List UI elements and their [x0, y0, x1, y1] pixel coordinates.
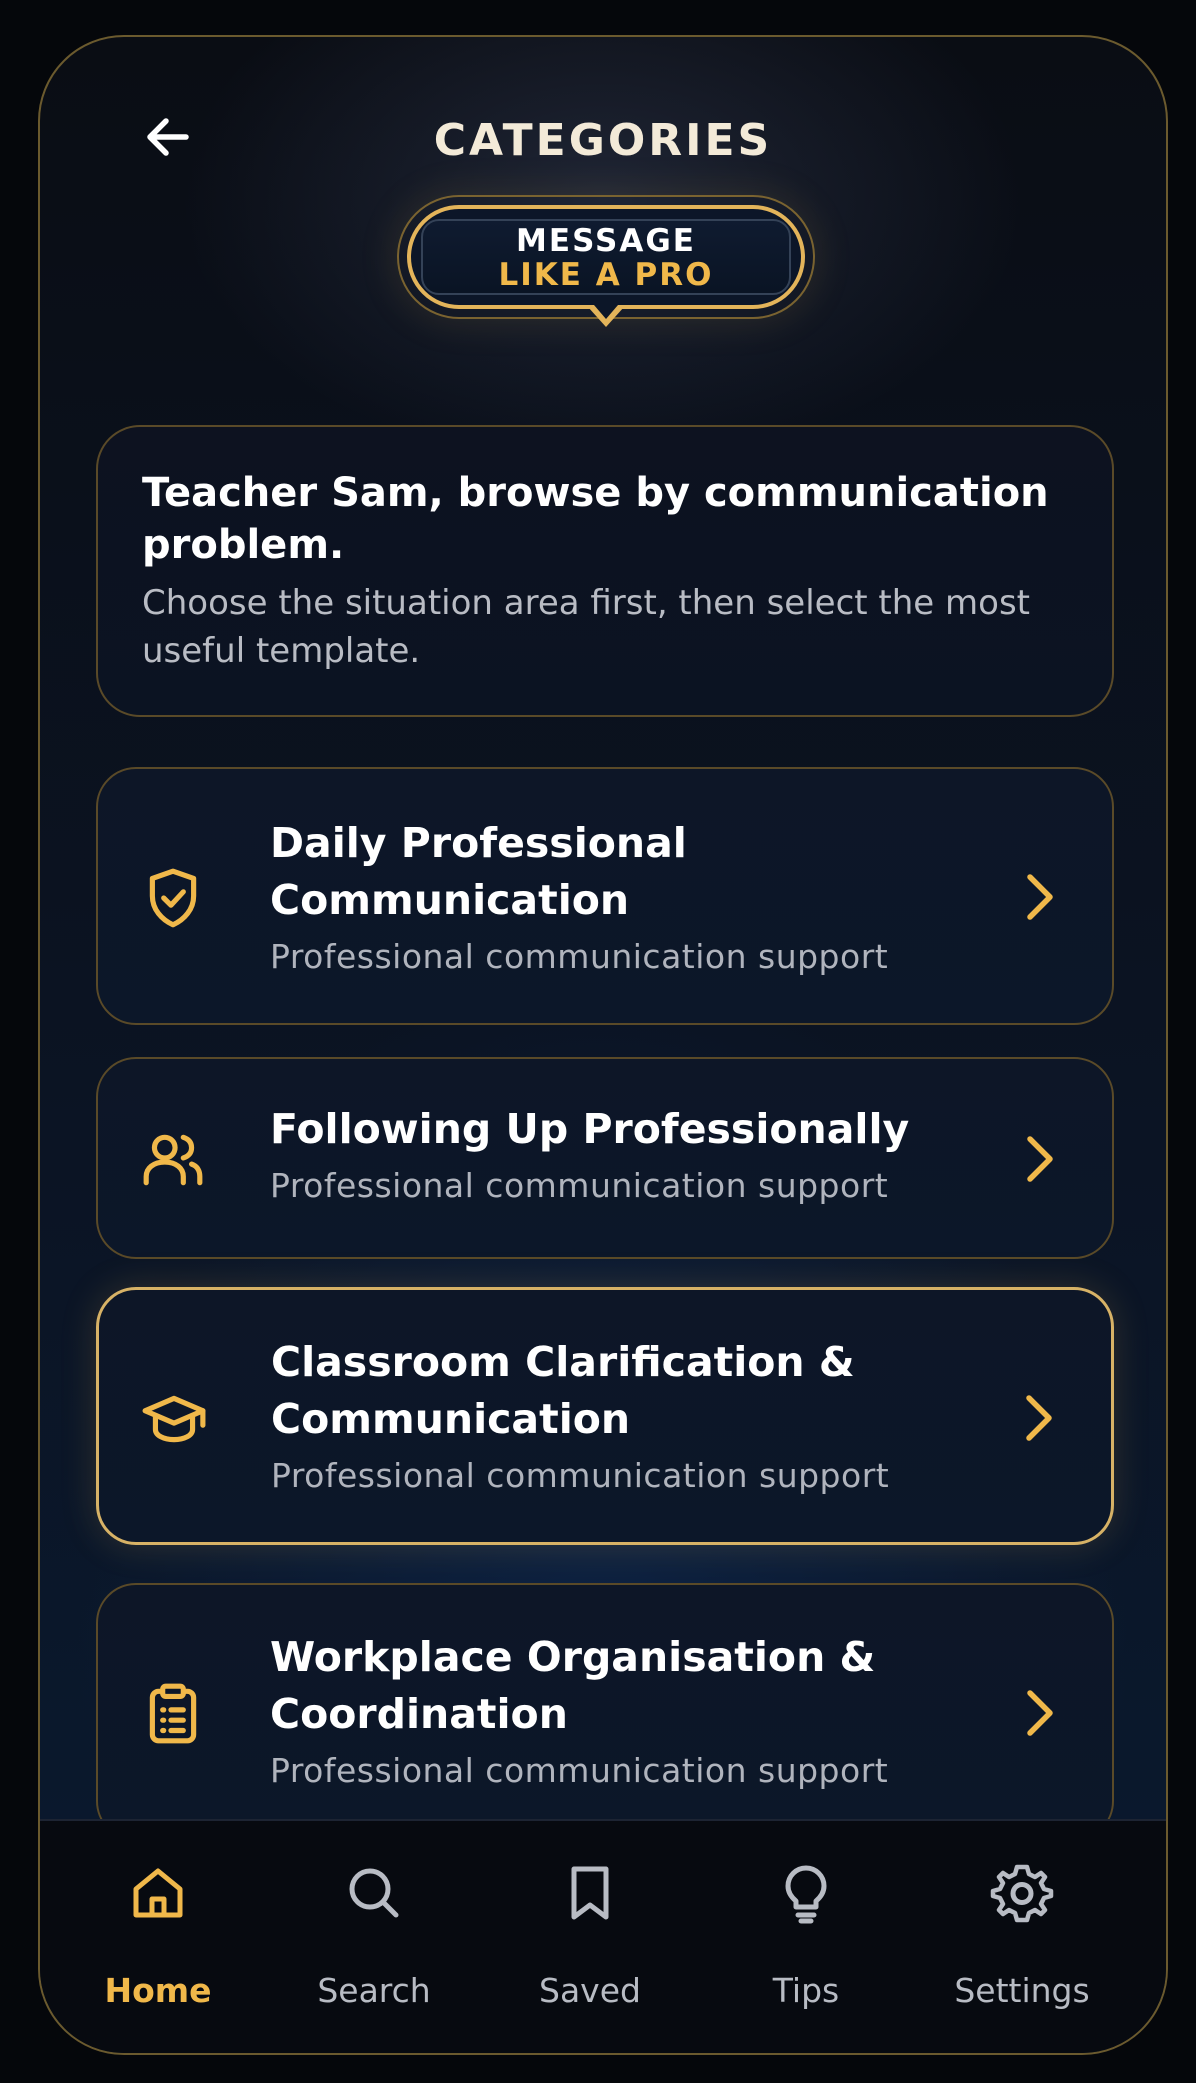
tab-settings[interactable]: Settings	[914, 1821, 1130, 2053]
tab-label: Tips	[772, 1971, 840, 2010]
category-title: Following Up Professionally	[270, 1105, 910, 1153]
category-card-daily-professional-communication[interactable]: Daily Professional Communication Profess…	[96, 767, 1114, 1025]
lightbulb-icon	[785, 1865, 827, 1924]
category-subtitle: Professional communication support	[270, 1166, 889, 1205]
chevron-right-icon	[1027, 1690, 1053, 1736]
tab-saved[interactable]: Saved	[482, 1821, 698, 2053]
category-title: Daily Professional Communication	[270, 819, 687, 924]
category-card-following-up-professionally[interactable]: Following Up Professionally Professional…	[96, 1057, 1114, 1259]
bottom-tab-bar: Home Search Saved Tips Settings	[40, 1819, 1166, 2053]
home-icon	[133, 1868, 183, 1918]
intro-subtitle: Choose the situation area first, then se…	[142, 583, 1030, 671]
tab-label: Home	[104, 1971, 212, 2010]
category-card-workplace-organisation[interactable]: Workplace Organisation & Coordination Pr…	[96, 1583, 1114, 1841]
search-icon	[349, 1868, 399, 1918]
header: CATEGORIES	[40, 37, 1166, 177]
logo-text-line1: MESSAGE	[516, 223, 696, 259]
intro-card: Teacher Sam, browse by communication pro…	[96, 425, 1114, 717]
shield-check-icon	[149, 868, 197, 928]
tab-label: Saved	[539, 1971, 641, 2010]
bookmark-icon	[571, 1866, 609, 1920]
clipboard-list-icon	[149, 1683, 197, 1744]
category-title: Workplace Organisation & Coordination	[270, 1633, 876, 1738]
tab-label: Settings	[954, 1971, 1090, 2010]
chevron-right-icon	[1026, 1395, 1052, 1441]
category-subtitle: Professional communication support	[270, 937, 889, 976]
tab-home[interactable]: Home	[50, 1821, 266, 2053]
tab-tips[interactable]: Tips	[698, 1821, 914, 2053]
page-title: CATEGORIES	[433, 115, 773, 166]
chevron-right-icon	[1027, 874, 1053, 920]
app-logo: MESSAGE LIKE A PRO	[397, 195, 815, 367]
users-icon	[143, 1134, 203, 1186]
category-card-classroom-clarification[interactable]: Classroom Clarification & Communication …	[96, 1287, 1114, 1545]
category-subtitle: Professional communication support	[270, 1751, 889, 1790]
gear-icon	[990, 1864, 1054, 1923]
chevron-right-icon	[1027, 1136, 1053, 1182]
category-title: Classroom Clarification & Communication	[271, 1338, 855, 1443]
graduation-cap-icon	[142, 1395, 206, 1443]
category-subtitle: Professional communication support	[271, 1456, 890, 1495]
intro-heading: Teacher Sam, browse by communication pro…	[142, 470, 1049, 568]
tab-search[interactable]: Search	[266, 1821, 482, 2053]
logo-text-line2: LIKE A PRO	[498, 257, 714, 293]
app-screen: CATEGORIES MESSAGE LIKE A PRO Teacher Sa…	[38, 35, 1168, 2055]
tab-label: Search	[317, 1971, 431, 2010]
